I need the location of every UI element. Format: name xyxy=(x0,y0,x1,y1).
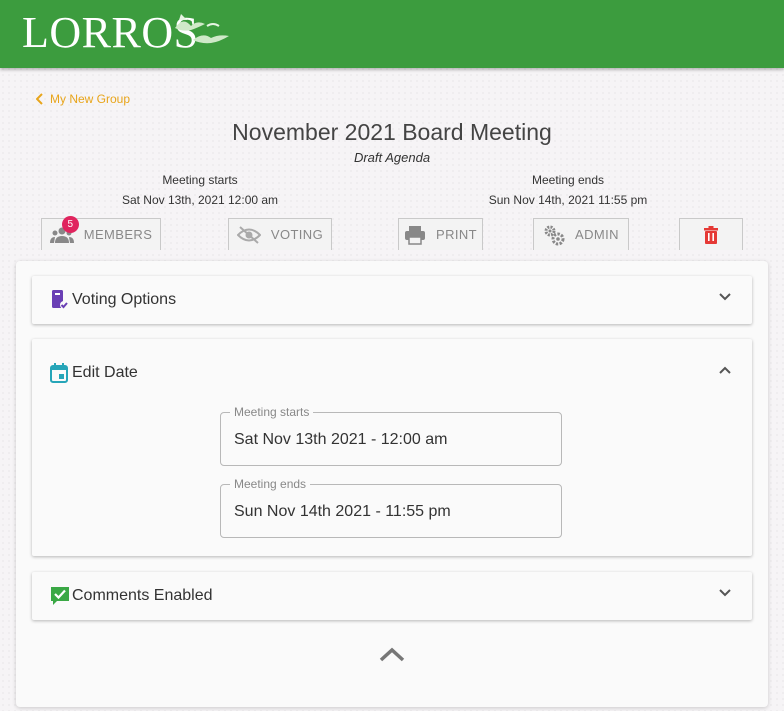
edit-date-panel: Edit Date Meeting starts Sat Nov 13th 20… xyxy=(32,339,752,556)
voting-options-panel: Voting Options xyxy=(32,276,752,324)
printer-icon xyxy=(405,225,425,245)
members-label: MEMBERS xyxy=(83,227,153,242)
meeting-end-label: Meeting ends xyxy=(531,173,605,187)
trash-icon xyxy=(704,225,718,244)
chevron-up-icon xyxy=(719,366,731,374)
admin-label: ADMIN xyxy=(575,227,619,242)
settings-card: Voting Options Edit Date Meeting starts … xyxy=(16,261,768,707)
meeting-ends-field[interactable]: Meeting ends Sun Nov 14th 2021 - 11:55 p… xyxy=(220,477,562,538)
meeting-starts-field[interactable]: Meeting starts Sat Nov 13th 2021 - 12:00… xyxy=(220,405,562,466)
voting-label: VOTING xyxy=(270,227,324,242)
members-count-badge: 5 xyxy=(62,216,79,233)
comments-panel: Comments Enabled xyxy=(32,572,752,620)
calendar-icon xyxy=(50,363,68,383)
comments-header[interactable]: Comments Enabled xyxy=(32,572,752,620)
eye-off-icon xyxy=(236,225,261,244)
meeting-ends-field-value: Sun Nov 14th 2021 - 11:55 pm xyxy=(234,503,451,520)
voting-options-header[interactable]: Voting Options xyxy=(32,276,752,324)
chevron-down-icon xyxy=(719,293,731,301)
comment-check-icon xyxy=(51,587,69,605)
print-button[interactable]: PRINT xyxy=(398,218,483,250)
delete-button[interactable] xyxy=(679,218,743,250)
birds-icon xyxy=(175,14,229,44)
collapse-chevron-up-icon[interactable] xyxy=(378,645,406,663)
voting-options-label: Voting Options xyxy=(72,291,177,308)
app-header: LORROS xyxy=(0,0,784,68)
meeting-start-info: Meeting starts Sat Nov 13th, 2021 12:00 … xyxy=(70,170,330,210)
page-title: November 2021 Board Meeting xyxy=(232,119,552,145)
meeting-start-label: Meeting starts xyxy=(162,173,238,187)
chevron-down-icon xyxy=(719,589,731,597)
members-button[interactable]: 5 MEMBERS xyxy=(41,216,161,250)
meeting-starts-field-label: Meeting starts xyxy=(230,405,314,419)
edit-date-label: Edit Date xyxy=(72,364,138,381)
print-label: PRINT xyxy=(436,227,477,242)
back-link[interactable]: My New Group xyxy=(36,92,130,106)
comments-label: Comments Enabled xyxy=(72,587,213,604)
meeting-end-value: Sun Nov 14th, 2021 11:55 pm xyxy=(488,193,648,207)
meeting-end-info: Meeting ends Sun Nov 14th, 2021 11:55 pm xyxy=(438,170,698,210)
meeting-start-value: Sat Nov 13th, 2021 12:00 am xyxy=(121,193,279,207)
admin-button[interactable]: ADMIN xyxy=(533,218,629,250)
meeting-ends-field-label: Meeting ends xyxy=(230,477,311,491)
chevron-left-icon xyxy=(36,93,43,105)
lorros-logo[interactable]: LORROS xyxy=(22,6,229,58)
meeting-starts-field-value: Sat Nov 13th 2021 - 12:00 am xyxy=(234,431,448,448)
voting-button[interactable]: VOTING xyxy=(228,218,332,250)
gears-icon xyxy=(544,225,565,245)
back-link-label: My New Group xyxy=(50,92,131,106)
ballot-icon xyxy=(52,290,68,309)
agenda-status: Draft Agenda xyxy=(353,150,431,165)
edit-date-header[interactable]: Edit Date xyxy=(32,349,752,397)
